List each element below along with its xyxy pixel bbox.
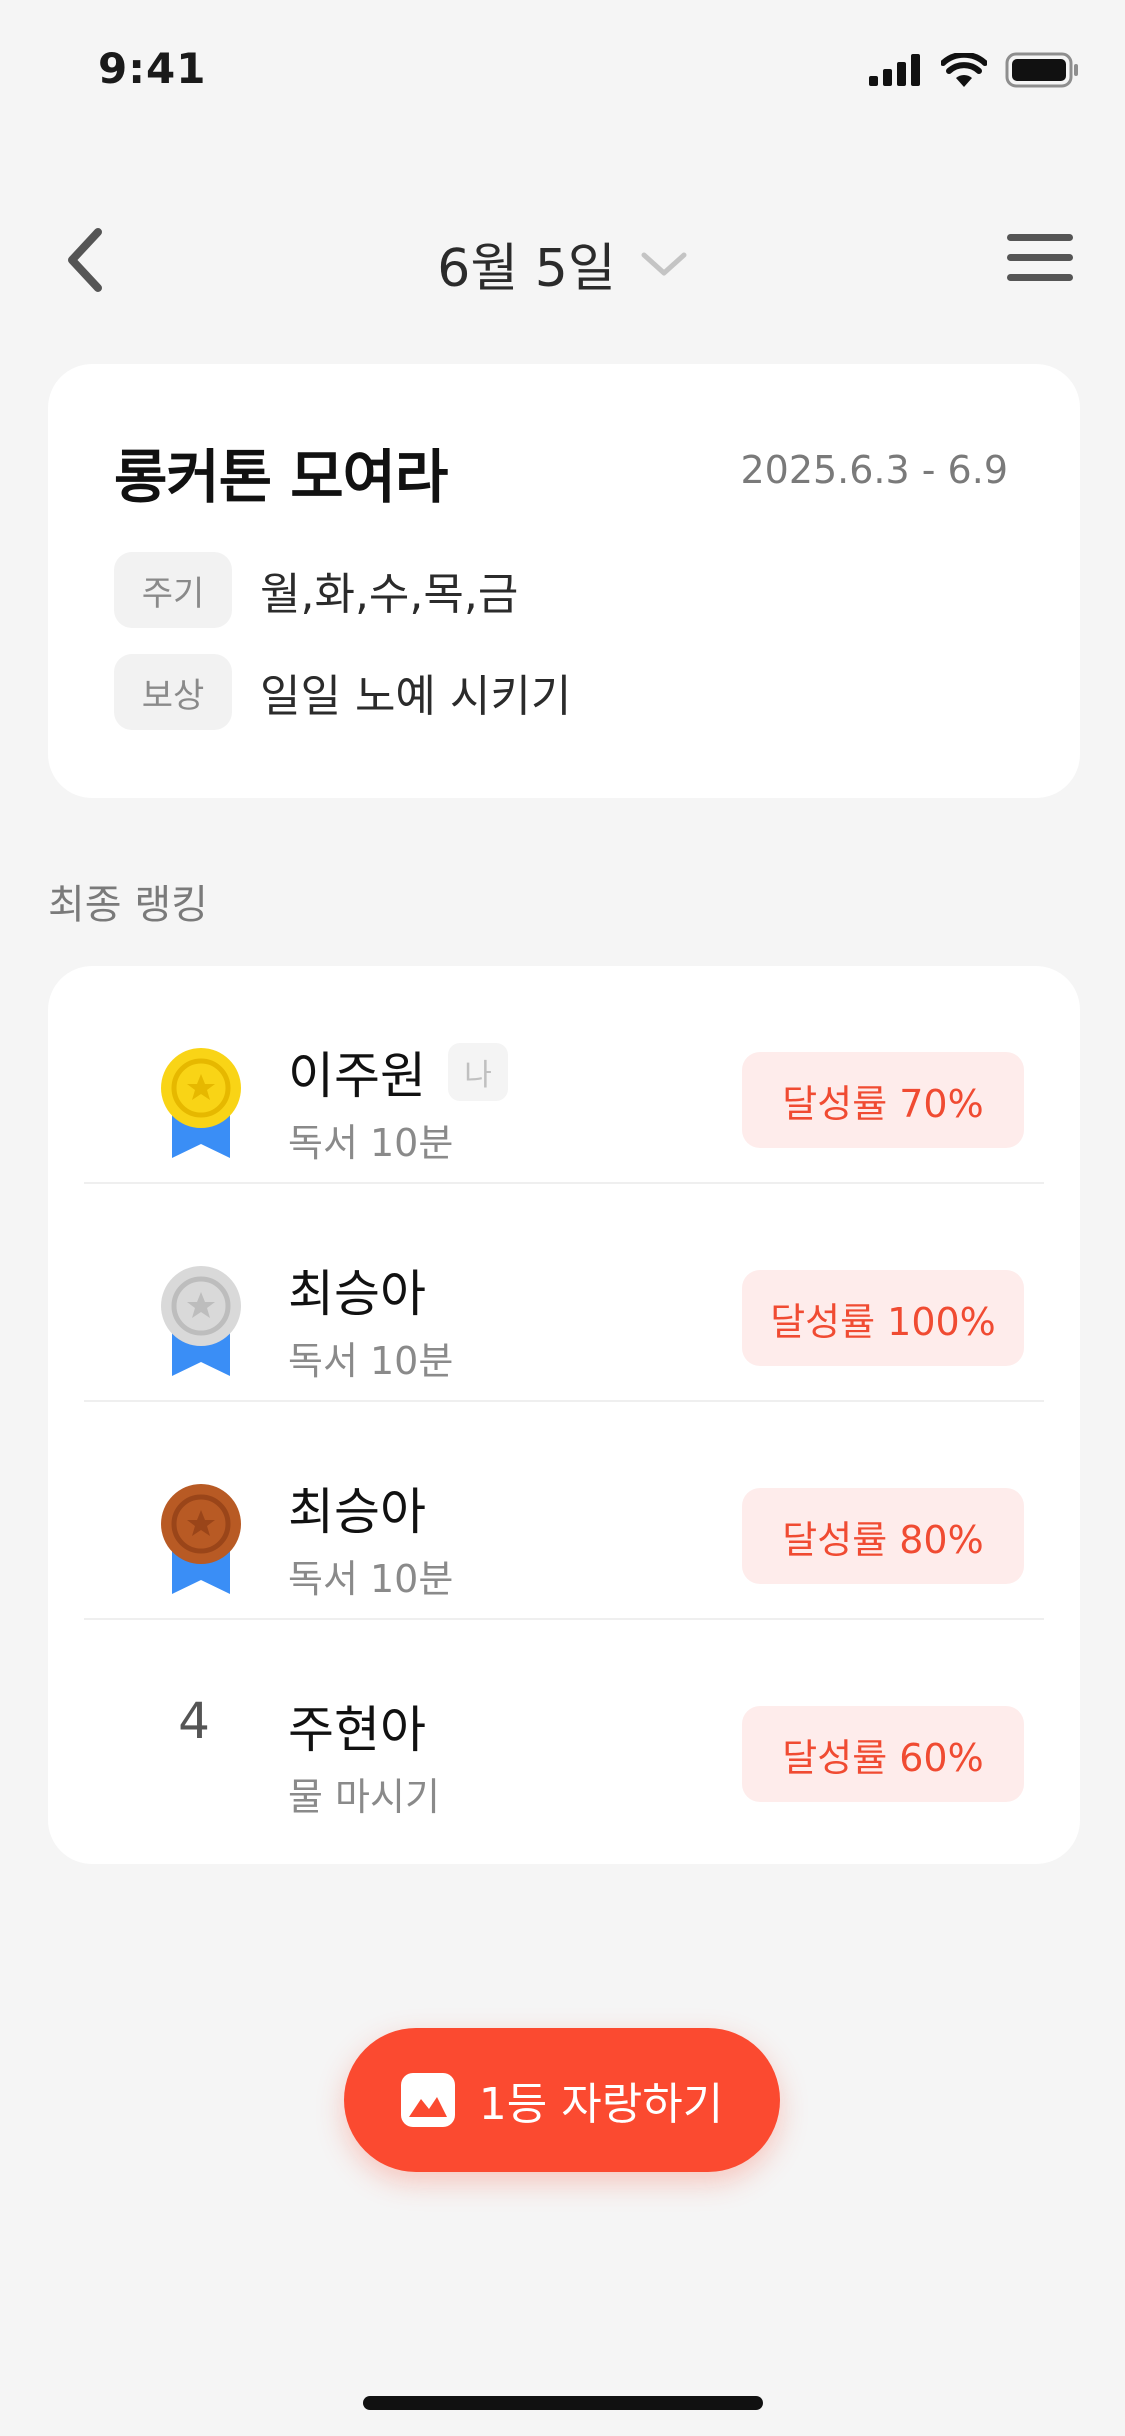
- ranking-section-title: 최종 랭킹: [48, 882, 208, 928]
- member-name-line: 주현아: [288, 1690, 426, 1762]
- member-name: 최승아: [288, 1265, 426, 1323]
- member-habit: 독서 10분: [288, 1557, 454, 1601]
- battery-icon: [1005, 52, 1078, 88]
- achievement-rate-badge: 달성률 70%: [742, 1052, 1024, 1148]
- member-name-line: 최승아: [288, 1254, 426, 1326]
- achievement-rate-badge: 달성률 60%: [742, 1706, 1024, 1802]
- me-badge: 나: [448, 1043, 508, 1101]
- menu-button[interactable]: [1005, 228, 1075, 288]
- ranking-row[interactable]: 4 주현아 물 마시기 달성률 60%: [84, 1620, 1044, 1838]
- chevron-down-icon: [641, 252, 687, 275]
- challenge-period: 2025.6.3 - 6.9: [740, 448, 1008, 492]
- cellular-signal-icon: [869, 54, 920, 86]
- member-name-line: 최승아: [288, 1472, 426, 1544]
- cta-label: 1등 자랑하기: [478, 2079, 724, 2130]
- member-habit: 독서 10분: [288, 1121, 454, 1165]
- cycle-tag: 주기: [114, 552, 232, 628]
- reward-row: 보상 일일 노예 시키기: [114, 654, 571, 730]
- member-habit: 물 마시기: [288, 1775, 440, 1819]
- member-name: 주현아: [288, 1701, 426, 1759]
- rank-number: 4: [178, 1692, 210, 1750]
- silver-medal-icon: [161, 1266, 241, 1376]
- status-bar: 9:41: [0, 0, 1125, 140]
- cycle-value: 월,화,수,목,금: [260, 569, 519, 620]
- status-icons: [869, 52, 1079, 88]
- date-title: 6월 5일: [437, 239, 616, 299]
- nav-bar: 6월 5일: [0, 200, 1125, 320]
- ranking-row[interactable]: 최승아 독서 10분 달성률 80%: [84, 1402, 1044, 1620]
- bronze-medal-icon: [161, 1484, 241, 1594]
- home-indicator: [363, 2396, 763, 2410]
- brag-first-place-button[interactable]: 1등 자랑하기: [344, 2028, 780, 2172]
- member-habit: 독서 10분: [288, 1339, 454, 1383]
- reward-value: 일일 노예 시키기: [260, 671, 572, 722]
- gold-medal-icon: [161, 1048, 241, 1158]
- cycle-row: 주기 월,화,수,목,금: [114, 552, 518, 628]
- status-time: 9:41: [98, 44, 207, 93]
- challenge-info-card: 롱커톤 모여라 2025.6.3 - 6.9 주기 월,화,수,목,금 보상 일…: [48, 364, 1080, 798]
- member-name: 이주원: [288, 1047, 426, 1105]
- date-selector[interactable]: 6월 5일: [0, 226, 1125, 301]
- ranking-card: 이주원 나 독서 10분 달성률 70% 최승아 독서 10분 달성률 100%…: [48, 966, 1080, 1864]
- reward-tag: 보상: [114, 654, 232, 730]
- member-name: 최승아: [288, 1483, 426, 1541]
- challenge-title: 롱커톤 모여라: [114, 443, 448, 511]
- achievement-rate-badge: 달성률 80%: [742, 1488, 1024, 1584]
- wifi-icon: [941, 53, 987, 87]
- image-icon: [400, 2073, 455, 2127]
- achievement-rate-badge: 달성률 100%: [742, 1270, 1024, 1366]
- hamburger-menu-icon: [1007, 234, 1073, 281]
- ranking-row[interactable]: 이주원 나 독서 10분 달성률 70%: [84, 966, 1044, 1184]
- member-name-line: 이주원 나: [288, 1036, 508, 1108]
- ranking-row[interactable]: 최승아 독서 10분 달성률 100%: [84, 1184, 1044, 1402]
